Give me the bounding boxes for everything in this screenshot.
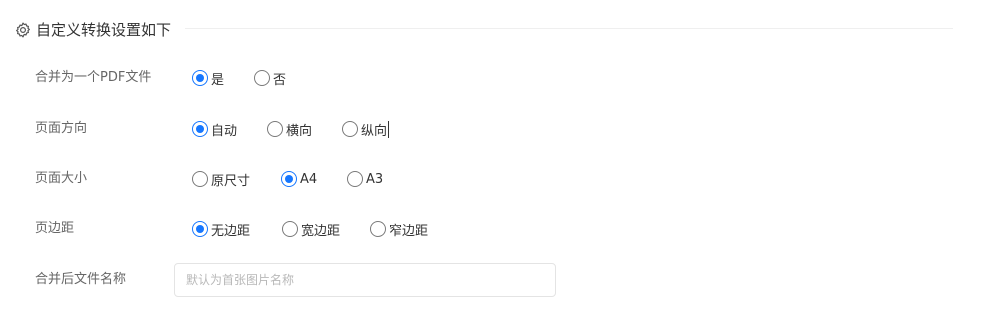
radio-circle[interactable] <box>282 221 298 237</box>
radio-circle[interactable] <box>281 171 297 187</box>
row-page-size: 页面大小 原尺寸 A4 A3 <box>0 167 995 191</box>
conversion-settings-panel: 自定义转换设置如下 合并为一个PDF文件 是 否 页面方向 自动 横向 纵向 页… <box>0 0 995 312</box>
size-original-radio[interactable]: 原尺寸 <box>192 167 250 191</box>
radio-circle[interactable] <box>192 121 208 137</box>
size-a4-radio[interactable]: A4 <box>281 167 317 191</box>
margin-wide-radio[interactable]: 宽边距 <box>282 217 340 241</box>
merge-pdf-label: 合并为一个PDF文件 <box>35 70 152 85</box>
radio-label: 无边距 <box>211 223 251 239</box>
margin-none-radio[interactable]: 无边距 <box>192 217 250 241</box>
row-merge-pdf: 合并为一个PDF文件 是 否 <box>0 66 995 90</box>
margin-narrow-radio[interactable]: 窄边距 <box>370 217 428 241</box>
header-divider <box>185 28 953 29</box>
radio-circle[interactable] <box>192 221 208 237</box>
gear-icon <box>14 21 32 39</box>
radio-circle[interactable] <box>267 121 283 137</box>
page-margins-label: 页边距 <box>35 221 75 236</box>
radio-circle[interactable] <box>192 171 208 187</box>
radio-circle[interactable] <box>192 70 208 86</box>
radio-circle[interactable] <box>370 221 386 237</box>
radio-label: 窄边距 <box>389 223 429 239</box>
radio-label: 宽边距 <box>301 223 341 239</box>
radio-label: 原尺寸 <box>211 173 251 189</box>
orientation-auto-radio[interactable]: 自动 <box>192 117 237 141</box>
merged-filename-input[interactable] <box>174 263 556 297</box>
radio-label: 纵向 <box>361 123 388 139</box>
page-size-label: 页面大小 <box>35 171 88 186</box>
merge-pdf-no-radio[interactable]: 否 <box>254 66 286 90</box>
radio-circle[interactable] <box>342 121 358 137</box>
radio-label: 自动 <box>211 123 238 139</box>
radio-label: 横向 <box>286 123 313 139</box>
row-page-orientation: 页面方向 自动 横向 纵向 <box>0 117 995 141</box>
merged-filename-label: 合并后文件名称 <box>35 272 127 287</box>
radio-label: A3 <box>366 171 384 187</box>
page-orientation-label: 页面方向 <box>35 121 88 136</box>
radio-label: 否 <box>273 72 287 88</box>
radio-label: 是 <box>211 72 225 88</box>
text-cursor <box>388 120 390 138</box>
radio-circle[interactable] <box>347 171 363 187</box>
size-a3-radio[interactable]: A3 <box>347 167 383 191</box>
orientation-portrait-radio[interactable]: 纵向 <box>342 117 390 141</box>
section-header: 自定义转换设置如下 <box>14 19 171 41</box>
row-page-margins: 页边距 无边距 宽边距 窄边距 <box>0 217 995 241</box>
merge-pdf-yes-radio[interactable]: 是 <box>192 66 224 90</box>
section-title: 自定义转换设置如下 <box>36 21 172 39</box>
radio-circle[interactable] <box>254 70 270 86</box>
radio-label: A4 <box>300 171 318 187</box>
orientation-landscape-radio[interactable]: 横向 <box>267 117 312 141</box>
